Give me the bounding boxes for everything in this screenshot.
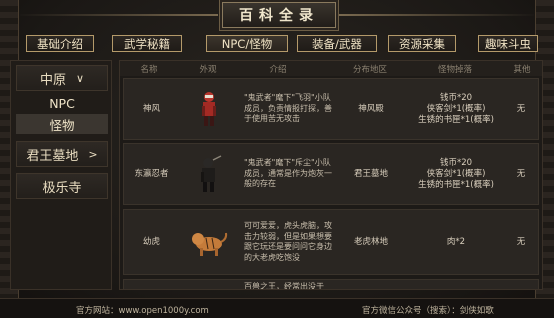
monster-portrait xyxy=(179,144,239,204)
monster-drops: 肉*2 xyxy=(411,210,501,274)
monster-description: "鬼武者"麾下"飞羽"小队成员，负责情报打探，善于使用苦无攻击 xyxy=(244,93,332,124)
sidebar-item-zhongyuan[interactable]: 中原 ∨ xyxy=(16,65,108,91)
monster-description: 可可爱爱，虎头虎脑，攻击力较弱，但是如果想要跟它玩还是要问问它身边的大老虎吃饱没 xyxy=(244,221,332,262)
monster-drops: 钱币*20 侠客剑*1(概率) 生锈的书匣*1(概率) xyxy=(411,144,501,204)
table-row: 百兽之王，经常出没于 xyxy=(123,279,539,290)
monster-name: 神风 xyxy=(142,103,160,114)
title-ornament-left xyxy=(20,14,218,16)
sidebar-sub-npc[interactable]: NPC xyxy=(16,93,108,113)
monster-other: 无 xyxy=(516,103,526,114)
column-header-appearance: 外观 xyxy=(199,64,217,75)
table-header: 名称 外观 介绍 分布地区 怪物掉落 其他 xyxy=(120,61,542,76)
drop-item: 肉*2 xyxy=(446,236,466,247)
drop-item: 生锈的书匣*1(概率) xyxy=(418,114,494,125)
monster-portrait xyxy=(179,210,239,274)
footer-website: 官方网站：www.open1000y.com xyxy=(76,306,209,316)
table-row: 东瀛忍者 "鬼武者"麾下"斥尘"小队成员，通常是作为炮灰一般的存在 君王墓地 钱… xyxy=(123,143,539,205)
sidebar-item-junwang-tomb[interactable]: 君王墓地 > xyxy=(16,141,108,167)
chevron-right-icon: > xyxy=(88,147,98,161)
monster-table: 名称 外观 介绍 分布地区 怪物掉落 其他 神风 "鬼武者"麾下"飞羽"小队成员… xyxy=(119,60,543,290)
drop-item: 生锈的书匣*1(概率) xyxy=(418,179,494,190)
page-footer: 官方网站：www.open1000y.com 官方微信公众号（搜索）：剑侠如歌 xyxy=(0,298,554,318)
table-row: 幼虎 可可爱爱，虎头虎脑，攻击力较弱，但是如果想要跟它玩还是要问问它身边的大老虎… xyxy=(123,209,539,275)
sidebar-sub-monster[interactable]: 怪物 xyxy=(16,114,108,134)
region-sidebar: 中原 ∨ NPC 怪物 君王墓地 > 极乐寺 xyxy=(10,60,112,290)
title-ornament-right xyxy=(338,14,534,16)
column-header-name: 名称 xyxy=(140,64,158,75)
monster-drops: 钱币*20 侠客剑*1(概率) 生锈的书匣*1(概率) xyxy=(411,79,501,139)
monster-area: 老虎林地 xyxy=(353,236,388,247)
tab-bug-fighting[interactable]: 趣味斗虫 xyxy=(478,35,538,52)
column-header-description: 介绍 xyxy=(269,64,287,75)
table-row: 神风 "鬼武者"麾下"飞羽"小队成员，负责情报打探，善于使用苦无攻击 神风殿 钱… xyxy=(123,78,539,140)
monster-name: 东瀛忍者 xyxy=(134,168,169,179)
page-title: 百科全录 xyxy=(222,2,336,28)
category-tabs: 基础介绍 武学秘籍 NPC/怪物 装备/武器 资源采集 趣味斗虫 xyxy=(26,35,538,53)
column-header-drops: 怪物掉落 xyxy=(437,64,472,75)
drop-item: 侠客剑*1(概率) xyxy=(426,103,486,114)
monster-area: 神风殿 xyxy=(358,103,384,114)
drop-item: 钱币*20 xyxy=(439,157,473,168)
monster-name: 幼虎 xyxy=(142,236,160,247)
sidebar-item-label: 君王墓地 xyxy=(26,148,79,164)
sidebar-item-label: 极乐寺 xyxy=(42,180,82,196)
drop-item: 侠客剑*1(概率) xyxy=(426,168,486,179)
monster-description: 百兽之王，经常出没于 xyxy=(244,282,324,290)
tab-equipment[interactable]: 装备/武器 xyxy=(297,35,377,52)
monster-area: 君王墓地 xyxy=(353,168,388,179)
monster-description: "鬼武者"麾下"斥尘"小队成员，通常是作为炮灰一般的存在 xyxy=(244,158,332,189)
tiger-cub-image xyxy=(192,232,228,256)
tab-martial-arts[interactable]: 武学秘籍 xyxy=(112,35,182,52)
drop-item: 钱币*20 xyxy=(439,92,473,103)
sidebar-item-jile-temple[interactable]: 极乐寺 xyxy=(16,173,108,199)
column-header-area: 分布地区 xyxy=(352,64,387,75)
monster-portrait xyxy=(179,79,239,139)
monster-other: 无 xyxy=(516,168,526,179)
tab-npc-monsters[interactable]: NPC/怪物 xyxy=(206,35,288,52)
sidebar-item-label: 中原 xyxy=(39,72,66,88)
column-header-other: 其他 xyxy=(513,64,531,75)
monster-other: 无 xyxy=(516,236,526,247)
tab-basics[interactable]: 基础介绍 xyxy=(26,35,94,52)
chevron-down-icon: ∨ xyxy=(75,71,85,85)
ninja-portrait-image xyxy=(202,92,216,126)
ninja-portrait-image xyxy=(201,155,222,192)
tab-resources[interactable]: 资源采集 xyxy=(388,35,456,52)
footer-wechat: 官方微信公众号（搜索）：剑侠如歌 xyxy=(362,306,494,316)
